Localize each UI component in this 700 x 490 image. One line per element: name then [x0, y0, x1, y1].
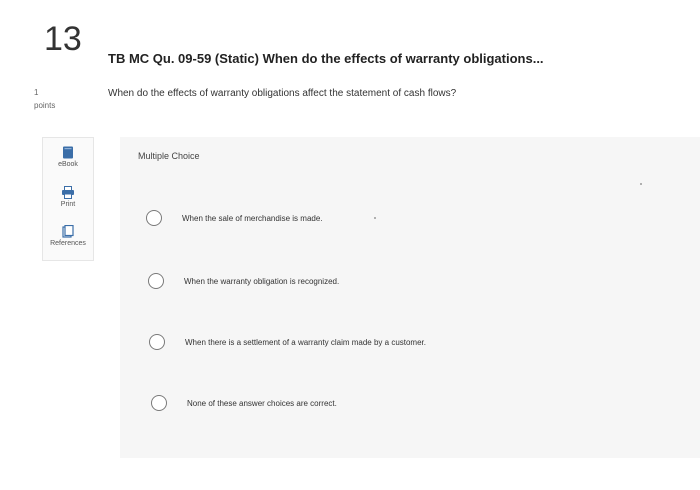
ebook-button[interactable]: eBook: [43, 146, 93, 168]
references-button[interactable]: References: [43, 225, 93, 247]
radio-button[interactable]: [148, 273, 164, 289]
print-button[interactable]: Print: [43, 186, 93, 208]
points-value: 1: [34, 88, 39, 97]
choice-text: When the warranty obligation is recogniz…: [184, 276, 340, 286]
question-title: TB MC Qu. 09-59 (Static) When do the eff…: [108, 51, 544, 66]
choice-option[interactable]: None of these answer choices are correct…: [151, 395, 337, 411]
book-icon: [63, 146, 73, 159]
references-label: References: [50, 240, 86, 247]
question-number: 13: [44, 20, 82, 58]
choice-option[interactable]: When the sale of merchandise is made.: [146, 210, 323, 226]
question-prompt: When do the effects of warranty obligati…: [108, 88, 457, 99]
speck: [640, 183, 642, 185]
points-label: points: [34, 101, 56, 110]
radio-button[interactable]: [151, 395, 167, 411]
radio-button[interactable]: [146, 210, 162, 226]
choice-option[interactable]: When the warranty obligation is recogniz…: [148, 273, 339, 289]
references-icon: [62, 225, 74, 238]
print-label: Print: [60, 201, 76, 208]
choices-panel: Multiple Choice When the sale of merchan…: [120, 137, 700, 458]
choice-text: When there is a settlement of a warranty…: [185, 337, 426, 347]
speck: [374, 217, 376, 219]
tools-panel: eBook Print References: [42, 137, 94, 261]
multiple-choice-label: Multiple Choice: [138, 151, 200, 161]
printer-icon: [62, 186, 74, 199]
choice-text: When the sale of merchandise is made.: [182, 213, 323, 223]
choice-text: None of these answer choices are correct…: [187, 398, 337, 408]
ebook-label: eBook: [58, 161, 78, 168]
choice-option[interactable]: When there is a settlement of a warranty…: [149, 334, 426, 350]
radio-button[interactable]: [149, 334, 165, 350]
